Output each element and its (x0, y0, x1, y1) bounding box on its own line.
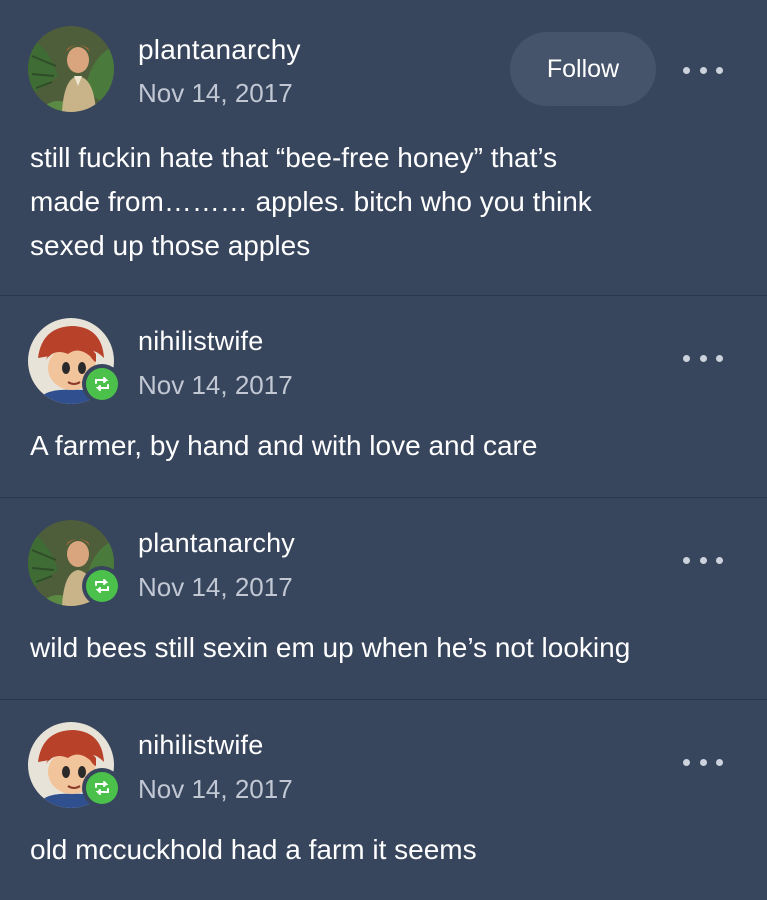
username[interactable]: nihilistwife (138, 730, 263, 761)
monstera-avatar-icon (28, 26, 114, 112)
follow-button[interactable]: Follow (510, 32, 656, 106)
reblog-badge (82, 566, 122, 606)
post-body-line: still fuckin hate that “bee-free honey” … (30, 142, 558, 173)
more-options-icon[interactable] (683, 60, 723, 80)
post-body-line: A farmer, by hand and with love and care (30, 430, 538, 461)
reblog-icon (86, 570, 118, 602)
post-body: wild bees still sexin em up when he’s no… (30, 626, 730, 670)
reblog-badge (82, 768, 122, 808)
more-options-icon[interactable] (683, 752, 723, 772)
avatar[interactable] (28, 26, 114, 112)
post-body-line: sexed up those apples (30, 230, 311, 261)
post-date: Nov 14, 2017 (138, 78, 293, 108)
username[interactable]: nihilistwife (138, 326, 263, 357)
post-date: Nov 14, 2017 (138, 774, 293, 804)
post-reblog: plantanarchy Nov 14, 2017 wild bees stil… (0, 498, 767, 700)
post-body-line: made from……… apples. bitch who you think (30, 186, 592, 217)
avatar-wrap[interactable] (28, 722, 122, 810)
post-reblog: nihilistwife Nov 14, 2017 A farmer, by h… (0, 296, 767, 498)
post-body-line: wild bees still sexin em up when he’s no… (30, 632, 631, 663)
reblog-badge (82, 364, 122, 404)
post-body: A farmer, by hand and with love and care (30, 424, 730, 468)
post-date: Nov 14, 2017 (138, 370, 293, 400)
post-body: still fuckin hate that “bee-free honey” … (30, 136, 730, 268)
post-body-line: old mccuckhold had a farm it seems (30, 834, 477, 865)
avatar-wrap[interactable] (28, 26, 116, 114)
more-options-icon[interactable] (683, 348, 723, 368)
post-date: Nov 14, 2017 (138, 572, 293, 602)
more-options-icon[interactable] (683, 550, 723, 570)
post-reblog: nihilistwife Nov 14, 2017 old mccuckhold… (0, 700, 767, 900)
username[interactable]: plantanarchy (138, 528, 295, 559)
reblog-thread: plantanarchy Nov 14, 2017 Follow still f… (0, 0, 767, 900)
reblog-icon (86, 368, 118, 400)
post-original: plantanarchy Nov 14, 2017 Follow still f… (0, 0, 767, 296)
reblog-icon (86, 772, 118, 804)
avatar-wrap[interactable] (28, 520, 122, 608)
avatar-wrap[interactable] (28, 318, 122, 406)
post-body: old mccuckhold had a farm it seems (30, 828, 730, 872)
username[interactable]: plantanarchy (138, 34, 301, 66)
